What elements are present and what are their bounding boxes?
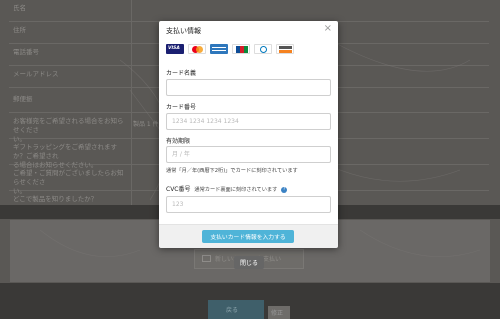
- modal-title: 支払い情報: [166, 27, 201, 35]
- form-row: 氏名: [9, 0, 489, 22]
- card-number-input[interactable]: [166, 113, 331, 130]
- card-number-label: カード番号: [166, 104, 197, 111]
- row-label: 電話番号: [13, 48, 39, 56]
- row-label: 氏名: [13, 4, 26, 12]
- close-button[interactable]: 閉じる: [234, 256, 264, 269]
- edit-button: 修正: [268, 306, 290, 319]
- back-button-label: 戻る: [226, 307, 239, 314]
- edit-button-label: 修正: [271, 310, 284, 317]
- discover-logo-icon: [276, 44, 294, 54]
- question-label: ご希望・ご質問がございましたらお知らせくださ: [13, 169, 124, 186]
- question-label: ギフトラッピングをご希望されますか？ご希望され: [13, 143, 117, 160]
- jcb-logo-icon: [232, 44, 250, 54]
- expiry-label: 有効期限: [166, 138, 191, 145]
- submit-card-info-button[interactable]: 支払いカード情報を入力する: [202, 230, 294, 243]
- cvc-label: CVC番号 通常カード裏面に刻印されています ?: [166, 184, 288, 193]
- card-name-label: カード名義: [166, 70, 197, 77]
- help-icon[interactable]: ?: [281, 186, 288, 193]
- card-icon: [202, 255, 211, 262]
- card-name-input[interactable]: [166, 79, 331, 96]
- back-button: 戻る: [208, 300, 264, 319]
- row-label: 住所: [13, 26, 26, 34]
- close-icon[interactable]: ×: [324, 24, 332, 34]
- modal-header: 支払い情報 ×: [159, 21, 338, 39]
- cvc-label-text: CVC番号: [166, 186, 191, 193]
- row-label: メールアドレス: [13, 70, 59, 78]
- row-label: 郵便振: [13, 95, 33, 103]
- cvc-label-note: 通常カード裏面に刻印されています: [194, 187, 278, 193]
- modal-footer: 支払いカード情報を入力する: [159, 224, 338, 248]
- mastercard-logo-icon: [188, 44, 206, 54]
- question-label: お客様宛をご希望される場合をお知らせくださ: [13, 117, 124, 134]
- expiry-input[interactable]: [166, 146, 331, 163]
- cvc-input[interactable]: [166, 196, 331, 213]
- payment-info-modal: 支払い情報 × VISA カード名義 カード番号 有効期限 通常「月／年(: [159, 21, 338, 248]
- visa-logo-icon: VISA: [166, 44, 184, 54]
- amex-logo-icon: [210, 44, 228, 54]
- expiry-hint: 通常「月／年(西暦下2桁)」でカードに刻印されています: [166, 168, 298, 174]
- answer-value: 製品 1 件: [133, 121, 159, 128]
- question-label: どこで製品を知りましたか？: [13, 195, 98, 203]
- diners-logo-icon: [254, 44, 272, 54]
